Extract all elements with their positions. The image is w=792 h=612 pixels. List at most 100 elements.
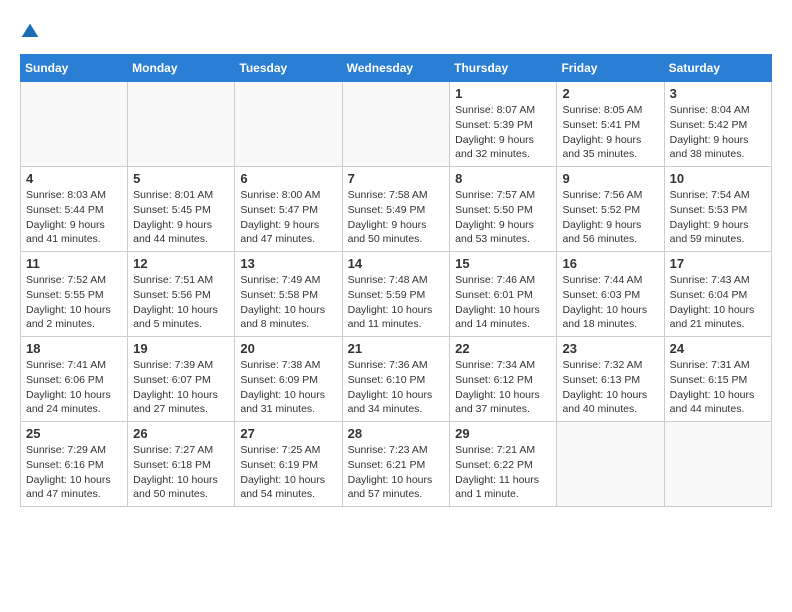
calendar-cell: 20Sunrise: 7:38 AM Sunset: 6:09 PM Dayli… (235, 337, 342, 422)
day-number: 25 (26, 426, 122, 441)
calendar-cell: 26 Sunrise: 7:27 AM Sunset: 6:18 PM Dayli… (128, 422, 235, 507)
calendar-header-tuesday: Tuesday (235, 55, 342, 82)
day-number: 3 (670, 86, 766, 101)
logo (20, 20, 44, 44)
day-info: Sunrise: 8:05 AM Sunset: 5:41 PM Dayligh… (562, 103, 658, 162)
calendar-header-monday: Monday (128, 55, 235, 82)
day-number: 8 (455, 171, 551, 186)
calendar-week-row-5: 25Sunrise: 7:29 AM Sunset: 6:16 PM Dayli… (21, 422, 772, 507)
day-number: 26 (133, 426, 229, 441)
day-info: Sunrise: 7:41 AM Sunset: 6:06 PM Dayligh… (26, 358, 122, 417)
day-info: Sunrise: 7:58 AM Sunset: 5:49 PM Dayligh… (348, 188, 445, 247)
day-info: Sunrise: 7:46 AM Sunset: 6:01 PM Dayligh… (455, 273, 551, 332)
day-number: 1 (455, 86, 551, 101)
day-number: 2 (562, 86, 658, 101)
day-number: 9 (562, 171, 658, 186)
calendar-cell (21, 82, 128, 167)
calendar-cell: 1 Sunrise: 8:07 AM Sunset: 5:39 PM Daylig… (450, 82, 557, 167)
day-info: Sunrise: 7:54 AM Sunset: 5:53 PM Dayligh… (670, 188, 766, 247)
day-info: Sunrise: 8:01 AM Sunset: 5:45 PM Dayligh… (133, 188, 229, 247)
calendar-week-row-3: 11 Sunrise: 7:52 AM Sunset: 5:55 PM Dayli… (21, 252, 772, 337)
calendar-cell: 25Sunrise: 7:29 AM Sunset: 6:16 PM Dayli… (21, 422, 128, 507)
calendar-cell: 28 Sunrise: 7:23 AM Sunset: 6:21 PM Dayli… (342, 422, 450, 507)
calendar-cell: 3Sunrise: 8:04 AM Sunset: 5:42 PM Daylig… (664, 82, 771, 167)
day-info: Sunrise: 8:03 AM Sunset: 5:44 PM Dayligh… (26, 188, 122, 247)
calendar-header-thursday: Thursday (450, 55, 557, 82)
calendar-cell: 27 Sunrise: 7:25 AM Sunset: 6:19 PM Dayli… (235, 422, 342, 507)
day-info: Sunrise: 7:31 AM Sunset: 6:15 PM Dayligh… (670, 358, 766, 417)
calendar-cell (128, 82, 235, 167)
day-info: Sunrise: 7:56 AM Sunset: 5:52 PM Dayligh… (562, 188, 658, 247)
day-number: 28 (348, 426, 445, 441)
day-number: 19 (133, 341, 229, 356)
page-header (20, 20, 772, 44)
calendar-cell: 8 Sunrise: 7:57 AM Sunset: 5:50 PM Daylig… (450, 167, 557, 252)
calendar-cell: 14 Sunrise: 7:48 AM Sunset: 5:59 PM Dayli… (342, 252, 450, 337)
calendar-cell: 5 Sunrise: 8:01 AM Sunset: 5:45 PM Daylig… (128, 167, 235, 252)
day-number: 16 (562, 256, 658, 271)
day-number: 29 (455, 426, 551, 441)
day-info: Sunrise: 7:34 AM Sunset: 6:12 PM Dayligh… (455, 358, 551, 417)
calendar-cell: 16 Sunrise: 7:44 AM Sunset: 6:03 PM Dayli… (557, 252, 664, 337)
day-number: 27 (240, 426, 336, 441)
day-info: Sunrise: 7:49 AM Sunset: 5:58 PM Dayligh… (240, 273, 336, 332)
calendar-header-sunday: Sunday (21, 55, 128, 82)
day-info: Sunrise: 7:32 AM Sunset: 6:13 PM Dayligh… (562, 358, 658, 417)
day-number: 24 (670, 341, 766, 356)
day-info: Sunrise: 7:43 AM Sunset: 6:04 PM Dayligh… (670, 273, 766, 332)
day-info: Sunrise: 7:51 AM Sunset: 5:56 PM Dayligh… (133, 273, 229, 332)
day-info: Sunrise: 7:25 AM Sunset: 6:19 PM Dayligh… (240, 443, 336, 502)
calendar-week-row-2: 4 Sunrise: 8:03 AM Sunset: 5:44 PM Daylig… (21, 167, 772, 252)
calendar-cell: 4 Sunrise: 8:03 AM Sunset: 5:44 PM Daylig… (21, 167, 128, 252)
day-number: 15 (455, 256, 551, 271)
calendar-header-wednesday: Wednesday (342, 55, 450, 82)
day-number: 7 (348, 171, 445, 186)
calendar-week-row-4: 18 Sunrise: 7:41 AM Sunset: 6:06 PM Dayli… (21, 337, 772, 422)
calendar-cell: 2 Sunrise: 8:05 AM Sunset: 5:41 PM Daylig… (557, 82, 664, 167)
day-number: 14 (348, 256, 445, 271)
calendar-header-friday: Friday (557, 55, 664, 82)
day-info: Sunrise: 7:36 AM Sunset: 6:10 PM Dayligh… (348, 358, 445, 417)
day-info: Sunrise: 7:38 AM Sunset: 6:09 PM Dayligh… (240, 358, 336, 417)
day-info: Sunrise: 8:00 AM Sunset: 5:47 PM Dayligh… (240, 188, 336, 247)
day-number: 18 (26, 341, 122, 356)
day-number: 10 (670, 171, 766, 186)
day-number: 4 (26, 171, 122, 186)
day-info: Sunrise: 7:52 AM Sunset: 5:55 PM Dayligh… (26, 273, 122, 332)
calendar-cell: 21 Sunrise: 7:36 AM Sunset: 6:10 PM Dayli… (342, 337, 450, 422)
day-number: 23 (562, 341, 658, 356)
day-info: Sunrise: 7:39 AM Sunset: 6:07 PM Dayligh… (133, 358, 229, 417)
calendar-cell: 18 Sunrise: 7:41 AM Sunset: 6:06 PM Dayli… (21, 337, 128, 422)
calendar-cell: 19 Sunrise: 7:39 AM Sunset: 6:07 PM Dayli… (128, 337, 235, 422)
calendar-cell: 10 Sunrise: 7:54 AM Sunset: 5:53 PM Dayli… (664, 167, 771, 252)
day-number: 22 (455, 341, 551, 356)
day-info: Sunrise: 7:23 AM Sunset: 6:21 PM Dayligh… (348, 443, 445, 502)
calendar-cell: 7 Sunrise: 7:58 AM Sunset: 5:49 PM Daylig… (342, 167, 450, 252)
calendar-cell (664, 422, 771, 507)
calendar-cell: 11 Sunrise: 7:52 AM Sunset: 5:55 PM Dayli… (21, 252, 128, 337)
calendar-header-row: SundayMondayTuesdayWednesdayThursdayFrid… (21, 55, 772, 82)
calendar-cell: 23 Sunrise: 7:32 AM Sunset: 6:13 PM Dayli… (557, 337, 664, 422)
day-info: Sunrise: 8:07 AM Sunset: 5:39 PM Dayligh… (455, 103, 551, 162)
day-number: 21 (348, 341, 445, 356)
day-number: 6 (240, 171, 336, 186)
calendar-week-row-1: 1 Sunrise: 8:07 AM Sunset: 5:39 PM Daylig… (21, 82, 772, 167)
calendar-cell: 15 Sunrise: 7:46 AM Sunset: 6:01 PM Dayli… (450, 252, 557, 337)
day-number: 12 (133, 256, 229, 271)
calendar-cell: 22 Sunrise: 7:34 AM Sunset: 6:12 PM Dayli… (450, 337, 557, 422)
calendar-cell: 6 Sunrise: 8:00 AM Sunset: 5:47 PM Daylig… (235, 167, 342, 252)
day-info: Sunrise: 7:57 AM Sunset: 5:50 PM Dayligh… (455, 188, 551, 247)
day-info: Sunrise: 7:21 AM Sunset: 6:22 PM Dayligh… (455, 443, 551, 502)
calendar-cell: 24 Sunrise: 7:31 AM Sunset: 6:15 PM Dayli… (664, 337, 771, 422)
day-info: Sunrise: 7:48 AM Sunset: 5:59 PM Dayligh… (348, 273, 445, 332)
day-info: Sunrise: 7:44 AM Sunset: 6:03 PM Dayligh… (562, 273, 658, 332)
day-number: 5 (133, 171, 229, 186)
calendar-cell (235, 82, 342, 167)
calendar-cell: 12 Sunrise: 7:51 AM Sunset: 5:56 PM Dayli… (128, 252, 235, 337)
logo-icon (20, 22, 40, 42)
calendar-cell: 9 Sunrise: 7:56 AM Sunset: 5:52 PM Daylig… (557, 167, 664, 252)
calendar-header-saturday: Saturday (664, 55, 771, 82)
day-number: 11 (26, 256, 122, 271)
day-info: Sunrise: 7:27 AM Sunset: 6:18 PM Dayligh… (133, 443, 229, 502)
day-number: 17 (670, 256, 766, 271)
